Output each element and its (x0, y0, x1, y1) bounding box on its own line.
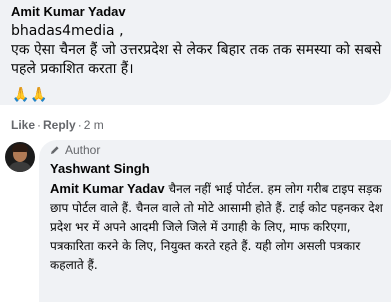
avatar-body (8, 162, 32, 172)
pencil-icon (51, 146, 59, 154)
like-button[interactable]: Like (11, 118, 35, 132)
comment-body: एक ऐसा चैनल हैं जो उत्तरप्रदेश से लेकर ब… (11, 42, 382, 77)
avatar-hair (12, 144, 28, 152)
reply-mention[interactable]: Amit Kumar Yadav (50, 181, 165, 196)
reply-author-name[interactable]: Yashwant Singh (50, 160, 383, 177)
action-separator: · (77, 118, 82, 132)
comment-text: bhadas4media , एक ऐसा चैनल हैं जो उत्तरप… (11, 22, 383, 79)
comment-timestamp[interactable]: 2 m (84, 118, 104, 132)
author-badge: Author (50, 142, 383, 158)
action-separator: · (37, 118, 42, 132)
comment-bubble: Amit Kumar Yadav bhadas4media , एक ऐसा च… (0, 0, 391, 105)
author-badge-label: Author (65, 143, 101, 157)
reply-text: Amit Kumar Yadav चैनल नहीं भाई पोर्टल. ह… (50, 179, 386, 275)
folded-hands-emoji: 🙏🙏 (12, 87, 49, 103)
comment-actions: Like · Reply · 2 m (11, 118, 104, 132)
comment-author-name[interactable]: Amit Kumar Yadav (11, 3, 383, 20)
comment-tagline: bhadas4media , (11, 23, 124, 39)
reply-button[interactable]: Reply (43, 118, 76, 132)
avatar[interactable] (5, 142, 35, 172)
reply-bubble: Author Yashwant Singh Amit Kumar Yadav च… (39, 140, 391, 302)
